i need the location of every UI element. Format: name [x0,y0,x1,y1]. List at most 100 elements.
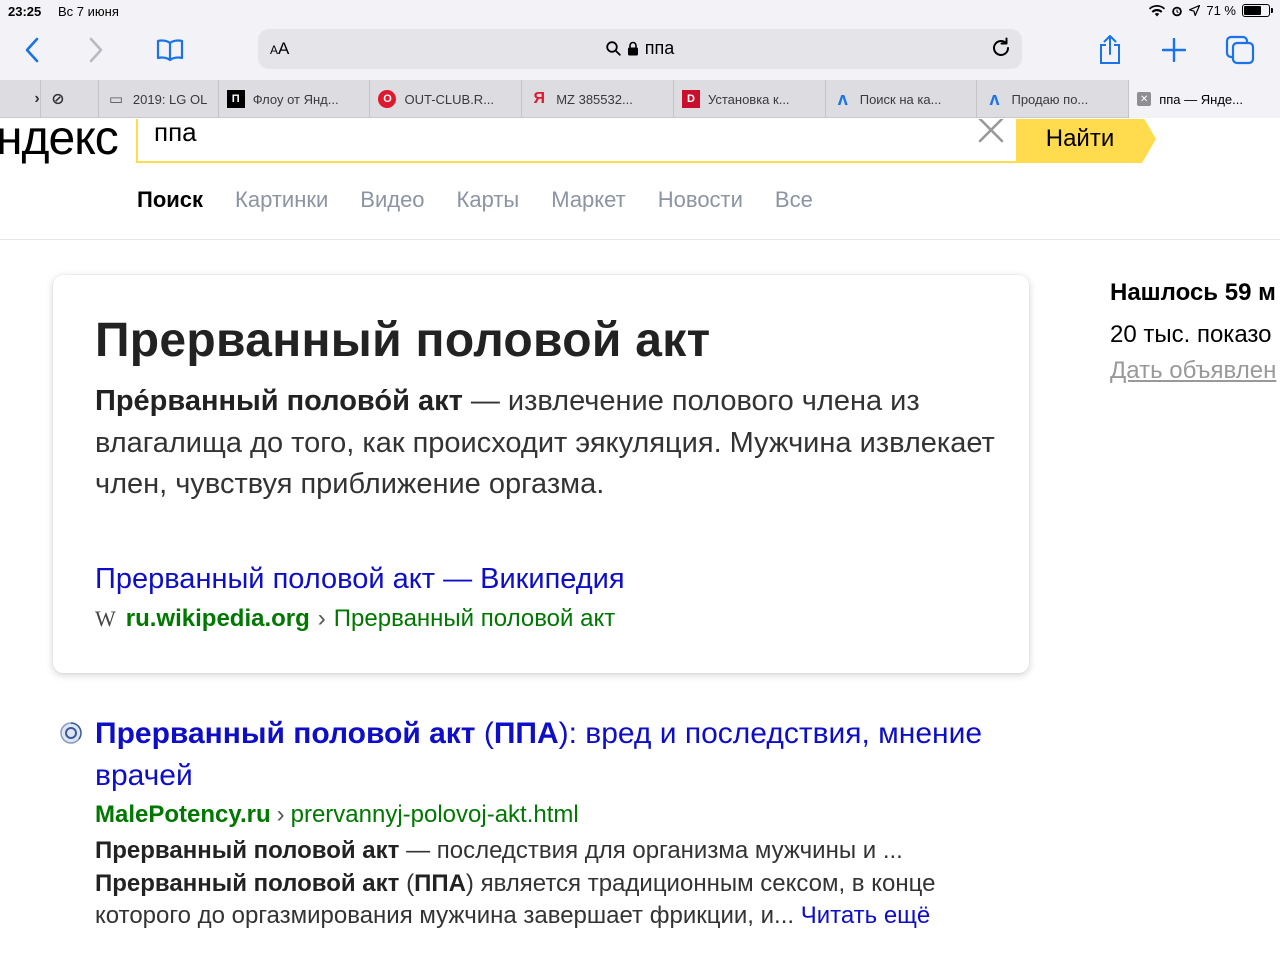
tab-4[interactable]: O OUT-CLUB.R... [369,80,521,118]
wifi-icon [1149,4,1166,16]
status-time: 23:25 [8,4,42,19]
web-page: ндекс ппа Найти Поиск Картинки Видео Кар… [0,119,1280,960]
search-box[interactable]: ппа [136,119,1018,163]
search-result: Прерванный половой акт (ППА): вред и пос… [60,713,1025,933]
battery-percent: 71 % [1206,3,1236,18]
share-button[interactable] [1090,32,1130,68]
tab-8-label: Продаю по... [1011,91,1089,107]
tab-8[interactable]: ʌ Продаю по... [976,80,1128,118]
nav-market[interactable]: Маркет [551,187,626,213]
snippet1-bold: Прерванный половой акт [95,837,400,864]
status-bar: 23:25 Вс 7 июня 71 % [0,0,1280,24]
reload-button[interactable] [990,37,1012,64]
result-url-separator: › [276,801,285,828]
tab-4-label: OUT-CLUB.R... [404,91,495,107]
result-url[interactable]: MalePotency.ru › prervannyj-polovoj-akt.ht… [95,797,1025,833]
find-button[interactable]: Найти [1018,119,1156,163]
chevron-left-icon [25,37,39,63]
header-divider [0,239,1280,240]
nav-search[interactable]: Поиск [137,187,203,213]
tabs-overview-button[interactable] [1220,32,1260,68]
result-title-bold: Прерванный половой акт [95,717,476,750]
result-snippet: Прерванный половой акт — последствия для… [95,835,1025,933]
nav-images[interactable]: Картинки [235,187,328,213]
tab-7-favicon: ʌ [837,88,848,109]
tab-5-favicon: Я [533,90,545,107]
reload-icon [993,37,1009,56]
tab-1[interactable]: ⊘ [39,80,98,118]
impressions-count: 20 тыс. показо [1110,321,1272,348]
tab-9-active[interactable]: ✕ ппа — Янде... [1128,80,1280,118]
card-title: Прерванный половой акт [95,314,711,367]
snippet2-bold: Прерванный половой акт [95,869,400,897]
status-date: Вс 7 июня [58,4,119,19]
tab-2-favicon: ▭ [108,91,123,108]
search-input[interactable]: ппа [154,119,197,148]
clear-button[interactable] [978,119,1004,148]
tab-6-favicon: D [681,90,700,108]
tab-0[interactable]: › [0,80,40,118]
tab-7[interactable]: ʌ Поиск на ка... [824,80,977,118]
tab-close-icon[interactable]: ✕ [1137,92,1152,106]
nav-all[interactable]: Все [775,187,813,213]
results-count: Нашлось 59 м [1110,279,1276,306]
card-desc-term: Пре́рванный полово́й акт [95,385,463,417]
snippet2-paren: ( [399,869,415,897]
answer-card: Прерванный половой акт Пре́рванный полов… [53,275,1029,673]
tab-5[interactable]: Я MZ 385532... [521,80,673,118]
nav-maps[interactable]: Карты [457,187,520,213]
bookmarks-button[interactable] [150,32,190,68]
site-favicon [60,722,82,744]
tab-6[interactable]: D Установка к... [672,80,825,118]
yandex-logo[interactable]: ндекс [0,119,119,166]
nav-news[interactable]: Новости [658,187,743,213]
tabs-icon [1225,35,1255,65]
lock-icon [627,41,638,56]
tab-3[interactable]: П Флоу от Янд... [217,80,370,118]
wikipedia-path: Прерванный половой акт [333,605,616,632]
share-icon [1100,35,1120,64]
place-ad-link[interactable]: Дать объявлен [1110,357,1276,385]
snippet1-text: — последствия для организма мужчины и ..… [399,837,903,864]
forward-button[interactable] [76,32,116,68]
address-bar[interactable]: AA ппа [258,29,1022,69]
tab-3-favicon: П [226,90,245,108]
result-title-link[interactable]: Прерванный половой акт (ППА): вред и пос… [95,713,1025,797]
wikipedia-icon: W [95,606,116,631]
result-path: prervannyj-polovoj-akt.html [290,801,579,828]
new-tab-button[interactable] [1154,32,1194,68]
book-icon [156,39,184,61]
tab-1-favicon: ⊘ [51,91,65,108]
tab-4-favicon: O [378,90,397,108]
tab-6-label: Установка к... [707,91,790,107]
address-text: ппа [644,38,675,58]
plus-icon [1162,38,1186,62]
wikipedia-url[interactable]: W ru.wikipedia.org › Прерванный половой … [95,605,615,633]
close-icon [978,119,1004,143]
tab-7-label: Поиск на ка... [859,91,942,107]
read-more-link[interactable]: Читать ещё [801,902,931,929]
back-button[interactable] [12,32,52,68]
nav-video[interactable]: Видео [360,187,424,213]
tab-bar: › ⊘ ▭ 2019: LG OL П Флоу от Янд... O OUT… [0,80,1280,118]
tab-9-label: ппа — Янде... [1159,91,1243,107]
wikipedia-domain: ru.wikipedia.org [125,605,310,632]
tab-5-label: MZ 385532... [556,91,633,107]
tab-8-favicon: ʌ [989,88,1000,109]
wikipedia-link[interactable]: Прерванный половой акт — Википедия [95,563,625,596]
tab-2[interactable]: ▭ 2019: LG OL [97,80,218,118]
snippet2-abbr: ППА [414,869,466,897]
tab-2-label: 2019: LG OL [132,91,208,107]
location-icon [1189,5,1201,16]
tab-0-favicon: › [34,90,40,107]
browser-toolbar: AA ппа [0,24,1280,80]
results-sidebar: Нашлось 59 м 20 тыс. показо Дать объявле… [1110,279,1276,385]
battery-icon [1242,4,1273,17]
alarm-icon [1172,6,1183,16]
tab-3-label: Флоу от Янд... [252,91,339,107]
result-title-abbr: ППА [493,717,559,750]
url-separator: › [317,605,326,632]
search-nav: Поиск Картинки Видео Карты Маркет Новост… [137,187,813,213]
search-icon [606,41,621,56]
chevron-right-icon [89,37,103,63]
